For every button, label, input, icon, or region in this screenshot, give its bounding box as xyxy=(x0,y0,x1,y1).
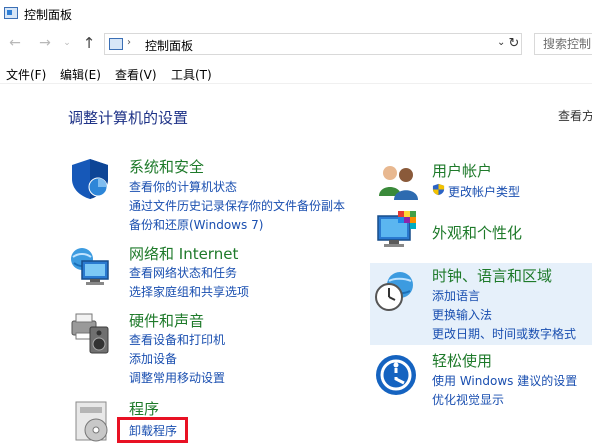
page-title: 调整计算机的设置 xyxy=(68,109,189,127)
refresh-button[interactable]: ↻ xyxy=(506,36,522,51)
search-input[interactable] xyxy=(535,34,592,54)
breadcrumb-control-panel[interactable]: 控制面板 xyxy=(145,37,193,54)
recent-locations-button[interactable]: ⌄ xyxy=(62,34,72,52)
ease-of-access-icon[interactable] xyxy=(374,353,418,397)
menu-tools[interactable]: 工具(T) xyxy=(171,66,212,83)
users-icon[interactable] xyxy=(376,160,420,204)
address-dropdown-icon[interactable]: ⌄ xyxy=(497,37,505,48)
uac-shield-icon xyxy=(432,183,445,196)
shield-icon[interactable] xyxy=(68,157,112,201)
uninstall-program-highlight xyxy=(117,417,188,443)
link-devices-printers[interactable]: 查看设备和打印机 xyxy=(129,331,225,348)
network-globe-icon[interactable] xyxy=(68,245,112,289)
link-backup-restore[interactable]: 备份和还原(Windows 7) xyxy=(129,216,263,233)
title-bar: 控制面板 xyxy=(0,0,592,28)
category-title-ease-of-access[interactable]: 轻松使用 xyxy=(432,350,492,371)
menu-view[interactable]: 查看(V) xyxy=(115,66,157,83)
link-change-input-method[interactable]: 更换输入法 xyxy=(432,306,492,323)
link-recommended-settings[interactable]: 使用 Windows 建议的设置 xyxy=(432,372,577,389)
breadcrumb-separator[interactable]: › xyxy=(127,37,131,48)
category-title-user-accounts[interactable]: 用户帐户 xyxy=(432,160,492,181)
category-title-appearance[interactable]: 外观和个性化 xyxy=(432,222,522,243)
window-title: 控制面板 xyxy=(24,8,73,22)
menu-bar: 文件(F) 编辑(E) 查看(V) 工具(T) xyxy=(0,62,592,84)
category-title-clock-region[interactable]: 时钟、语言和区域 xyxy=(432,265,552,286)
clock-globe-icon[interactable] xyxy=(374,269,418,313)
link-mobility-settings[interactable]: 调整常用移动设置 xyxy=(129,369,225,386)
category-title-hardware-sound[interactable]: 硬件和声音 xyxy=(129,310,204,331)
monitor-palette-icon[interactable] xyxy=(376,210,420,254)
link-view-network-status[interactable]: 查看网络状态和任务 xyxy=(129,264,237,281)
forward-button[interactable]: → xyxy=(36,34,54,52)
up-button[interactable]: ↑ xyxy=(80,34,98,52)
menu-edit[interactable]: 编辑(E) xyxy=(60,66,101,83)
link-view-computer-status[interactable]: 查看你的计算机状态 xyxy=(129,178,237,195)
link-change-account-type[interactable]: 更改帐户类型 xyxy=(448,183,520,200)
view-by-label[interactable]: 查看方 xyxy=(558,107,592,124)
category-title-programs[interactable]: 程序 xyxy=(129,398,159,419)
link-add-device[interactable]: 添加设备 xyxy=(129,350,177,367)
navigation-bar: ← → ⌄ ↑ › 控制面板 ⌄ ↻ xyxy=(0,30,592,58)
control-panel-icon xyxy=(109,38,123,50)
category-title-system-security[interactable]: 系统和安全 xyxy=(129,156,204,177)
search-box[interactable] xyxy=(534,33,592,55)
control-panel-icon xyxy=(4,7,18,19)
link-date-time-format[interactable]: 更改日期、时间或数字格式 xyxy=(432,325,576,342)
programs-disc-icon[interactable] xyxy=(72,398,116,442)
menu-file[interactable]: 文件(F) xyxy=(6,66,46,83)
link-file-history-backup[interactable]: 通过文件历史记录保存你的文件备份副本 xyxy=(129,197,345,214)
printer-speaker-icon[interactable] xyxy=(68,311,112,355)
category-title-network-internet[interactable]: 网络和 Internet xyxy=(129,243,238,264)
back-button[interactable]: ← xyxy=(6,34,24,52)
link-add-language[interactable]: 添加语言 xyxy=(432,287,480,304)
link-homegroup-sharing[interactable]: 选择家庭组和共享选项 xyxy=(129,283,249,300)
link-optimize-visual-display[interactable]: 优化视觉显示 xyxy=(432,391,504,408)
address-bar[interactable]: › 控制面板 ⌄ xyxy=(104,33,522,55)
